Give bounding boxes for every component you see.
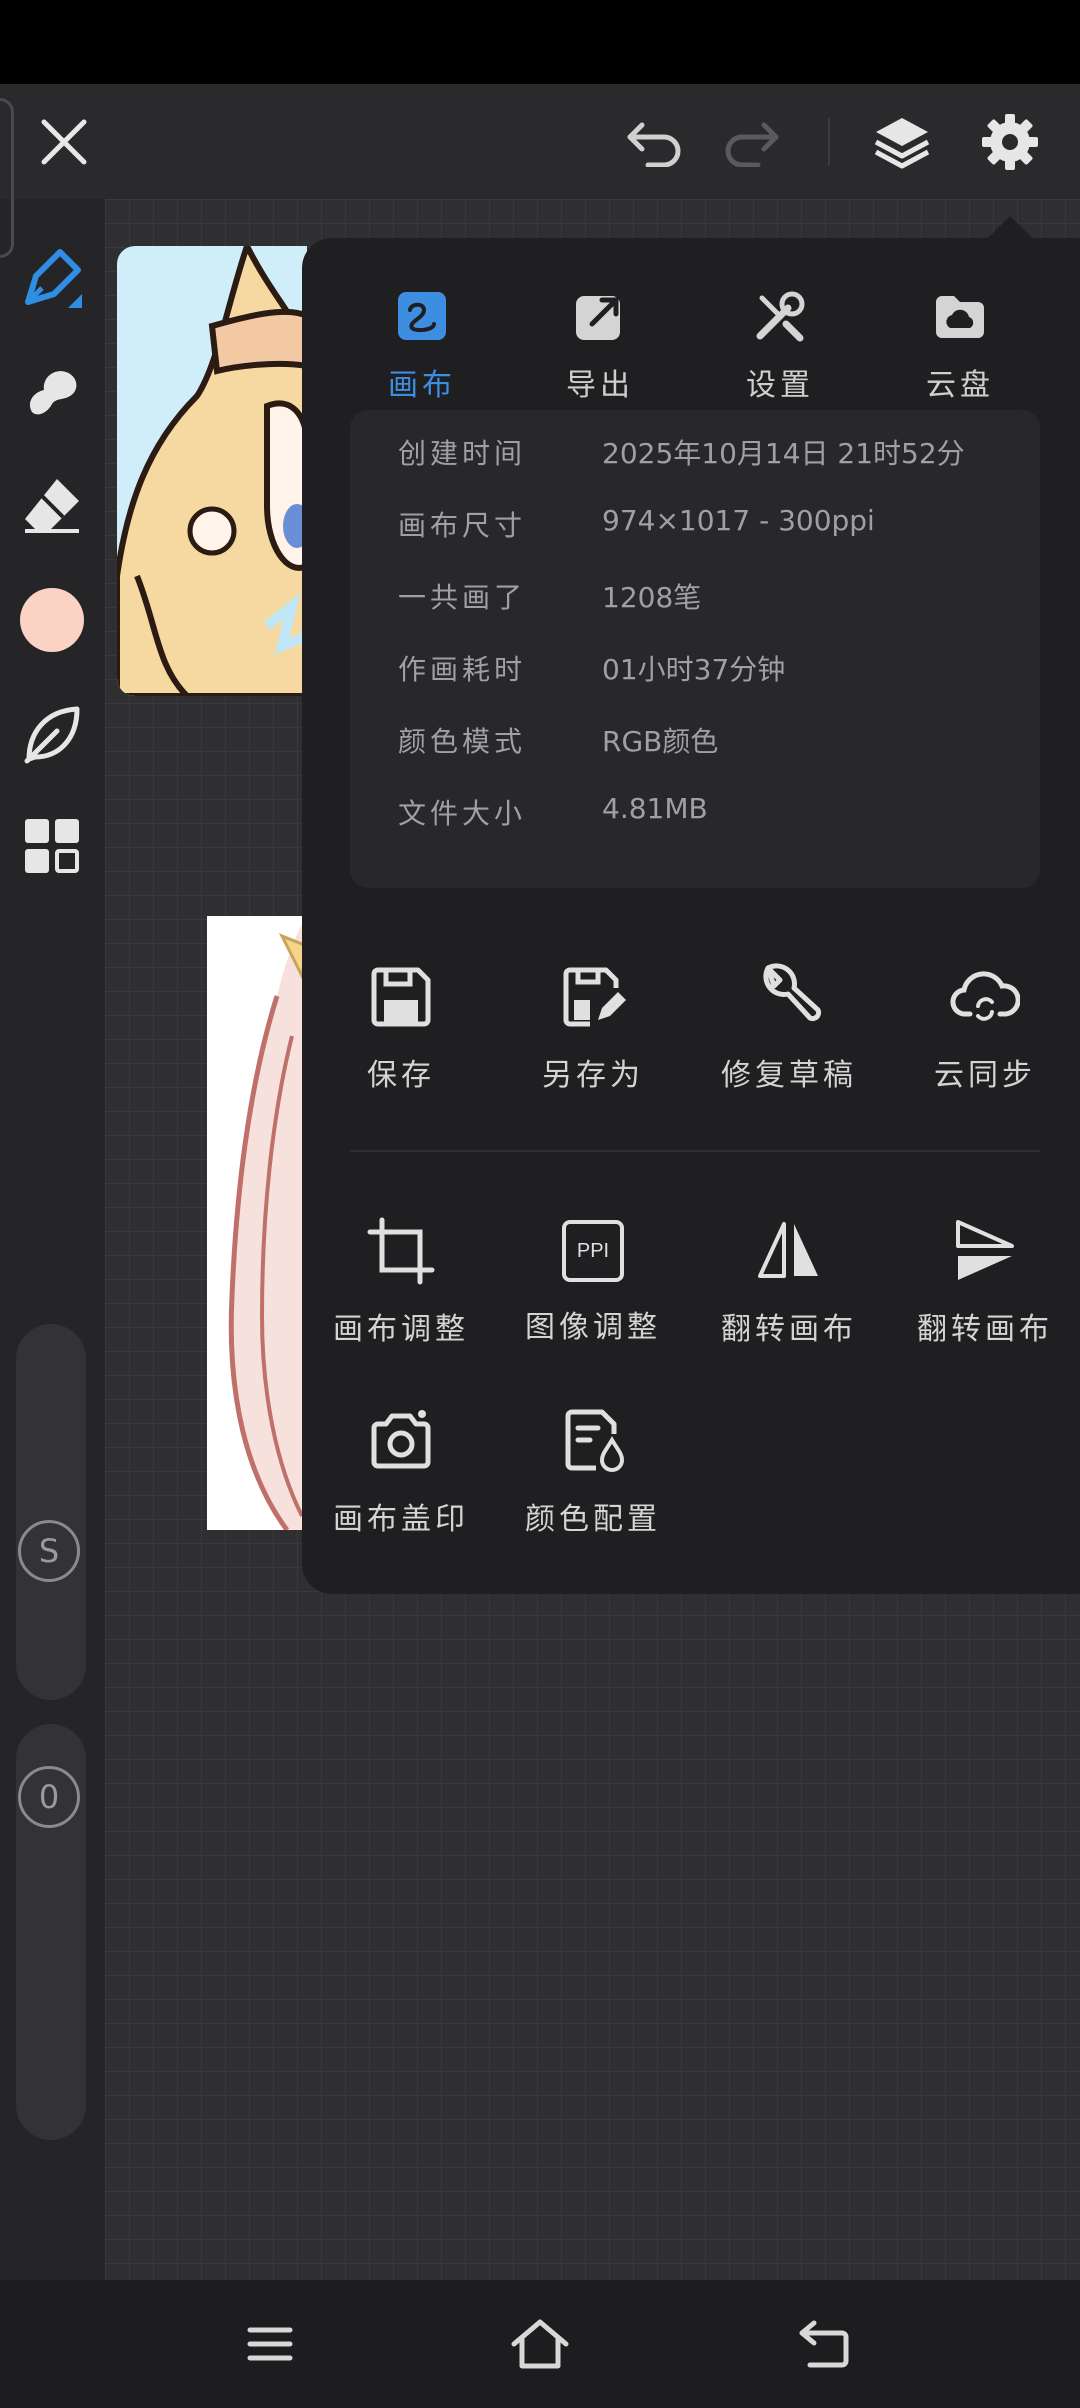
menu-icon bbox=[247, 2327, 293, 2361]
redo-button[interactable] bbox=[716, 106, 788, 178]
flip-horizontal-label: 翻转画布 bbox=[721, 1312, 857, 1347]
back-icon bbox=[799, 2320, 849, 2368]
close-icon bbox=[41, 119, 87, 165]
layers-button[interactable] bbox=[866, 106, 938, 178]
leaf-icon bbox=[24, 706, 80, 764]
file-size-label: 文件大小 bbox=[398, 797, 527, 830]
ppi-icon-text: PPI bbox=[576, 1239, 610, 1262]
strokes-value: 1208笔 bbox=[602, 581, 702, 614]
color-mode-label: 颜色模式 bbox=[398, 725, 527, 758]
panel-pointer bbox=[986, 216, 1034, 240]
strokes-label: 一共画了 bbox=[398, 581, 527, 614]
export-icon bbox=[576, 296, 620, 340]
brush-opacity-knob[interactable]: 0 bbox=[18, 1766, 80, 1828]
tab-export-label: 导出 bbox=[566, 368, 634, 403]
system-nav-bar bbox=[0, 2280, 1080, 2408]
canvas-stamp-label: 画布盖印 bbox=[333, 1502, 469, 1537]
redo-icon bbox=[725, 122, 779, 167]
layers-icon bbox=[874, 118, 930, 169]
flip-vertical-icon bbox=[956, 1220, 1014, 1280]
tab-settings-label: 设置 bbox=[746, 368, 814, 403]
close-button[interactable] bbox=[28, 106, 100, 178]
repair-draft-label: 修复草稿 bbox=[721, 1058, 857, 1093]
nav-menu-button[interactable] bbox=[234, 2308, 306, 2380]
crop-icon bbox=[367, 1217, 435, 1285]
tab-cloud-label: 云盘 bbox=[926, 368, 994, 403]
cloud-sync-label: 云同步 bbox=[934, 1058, 1036, 1093]
canvas-menu-panel: 画布 导出 设置 云盘 创建时间 2025年10月14日 21时52分 画布尺寸… bbox=[302, 238, 1080, 1594]
artwork-preview-bottom bbox=[207, 916, 307, 1530]
tools-icon bbox=[756, 291, 805, 342]
flip-vertical-button[interactable]: 翻转画布 bbox=[890, 1216, 1080, 1348]
canvas-info-box: 创建时间 2025年10月14日 21时52分 画布尺寸 974×1017 - … bbox=[350, 410, 1040, 888]
canvas-adjust-label: 画布调整 bbox=[333, 1312, 469, 1347]
flip-horizontal-icon bbox=[758, 1222, 818, 1278]
toolbar-divider bbox=[828, 118, 830, 166]
smudge-tool-button[interactable] bbox=[16, 356, 88, 428]
cloud-sync-icon bbox=[950, 971, 1021, 1021]
image-adjust-button[interactable]: PPI 图像调整 bbox=[498, 1216, 688, 1346]
eraser-icon bbox=[25, 479, 79, 533]
sidebar-edge bbox=[0, 98, 14, 258]
action-divider bbox=[350, 1150, 1040, 1152]
size-value: 974×1017 - 300ppi bbox=[602, 504, 875, 537]
more-tools-button[interactable] bbox=[16, 810, 88, 882]
cloud-drive-icon bbox=[936, 296, 984, 338]
file-size-value: 4.81MB bbox=[602, 792, 708, 825]
size-label: 画布尺寸 bbox=[398, 509, 527, 542]
flip-vertical-label: 翻转画布 bbox=[917, 1312, 1053, 1347]
canvas-adjust-button[interactable]: 画布调整 bbox=[306, 1216, 496, 1348]
tab-cloud[interactable]: 云盘 bbox=[880, 258, 1040, 408]
nav-home-button[interactable] bbox=[504, 2308, 576, 2380]
artwork-preview-top bbox=[117, 246, 307, 696]
time-value: 01小时37分钟 bbox=[602, 653, 786, 686]
settings-button[interactable] bbox=[974, 106, 1046, 178]
tab-canvas[interactable]: 画布 bbox=[342, 258, 502, 408]
wrench-icon bbox=[763, 963, 822, 1022]
pen-tool-button[interactable] bbox=[16, 242, 88, 314]
undo-button[interactable] bbox=[618, 106, 690, 178]
smudge-icon bbox=[29, 371, 77, 415]
color-picker-button[interactable] bbox=[16, 584, 88, 656]
color-config-button[interactable]: 颜色配置 bbox=[498, 1406, 688, 1538]
color-mode-value: RGB颜色 bbox=[602, 725, 719, 758]
created-value: 2025年10月14日 21时52分 bbox=[602, 437, 965, 470]
repair-draft-button[interactable]: 修复草稿 bbox=[694, 962, 884, 1094]
nav-back-button[interactable] bbox=[788, 2308, 860, 2380]
top-toolbar bbox=[0, 84, 1080, 199]
undo-icon bbox=[627, 122, 681, 167]
save-icon bbox=[371, 967, 431, 1027]
ppi-icon: PPI bbox=[562, 1220, 624, 1282]
canvas-tab-icon bbox=[398, 292, 446, 340]
created-label: 创建时间 bbox=[398, 437, 527, 470]
save-label: 保存 bbox=[367, 1058, 435, 1093]
tab-canvas-label: 画布 bbox=[388, 368, 456, 403]
brush-size-slider[interactable] bbox=[16, 1324, 86, 1700]
eraser-tool-button[interactable] bbox=[16, 468, 88, 540]
time-label: 作画耗时 bbox=[398, 653, 527, 686]
home-icon bbox=[511, 2319, 569, 2369]
color-config-label: 颜色配置 bbox=[525, 1502, 661, 1537]
pen-icon bbox=[25, 249, 82, 308]
color-config-icon bbox=[565, 1409, 625, 1472]
status-bar bbox=[0, 0, 1080, 84]
flip-horizontal-button[interactable]: 翻转画布 bbox=[694, 1216, 884, 1348]
canvas-stamp-button[interactable]: 画布盖印 bbox=[306, 1406, 496, 1538]
image-adjust-label: 图像调整 bbox=[525, 1310, 661, 1345]
current-color-swatch bbox=[20, 588, 84, 652]
brush-library-button[interactable] bbox=[16, 698, 88, 770]
gear-icon bbox=[982, 114, 1038, 170]
save-as-icon bbox=[563, 967, 626, 1027]
save-as-button[interactable]: 另存为 bbox=[498, 962, 688, 1094]
camera-icon bbox=[371, 1410, 431, 1469]
save-as-label: 另存为 bbox=[542, 1058, 644, 1093]
save-button[interactable]: 保存 bbox=[306, 962, 496, 1094]
brush-size-knob[interactable]: S bbox=[18, 1520, 80, 1582]
tab-export[interactable]: 导出 bbox=[520, 258, 680, 408]
grid-icon bbox=[25, 819, 79, 873]
cloud-sync-button[interactable]: 云同步 bbox=[890, 962, 1080, 1094]
tab-settings[interactable]: 设置 bbox=[700, 258, 860, 408]
